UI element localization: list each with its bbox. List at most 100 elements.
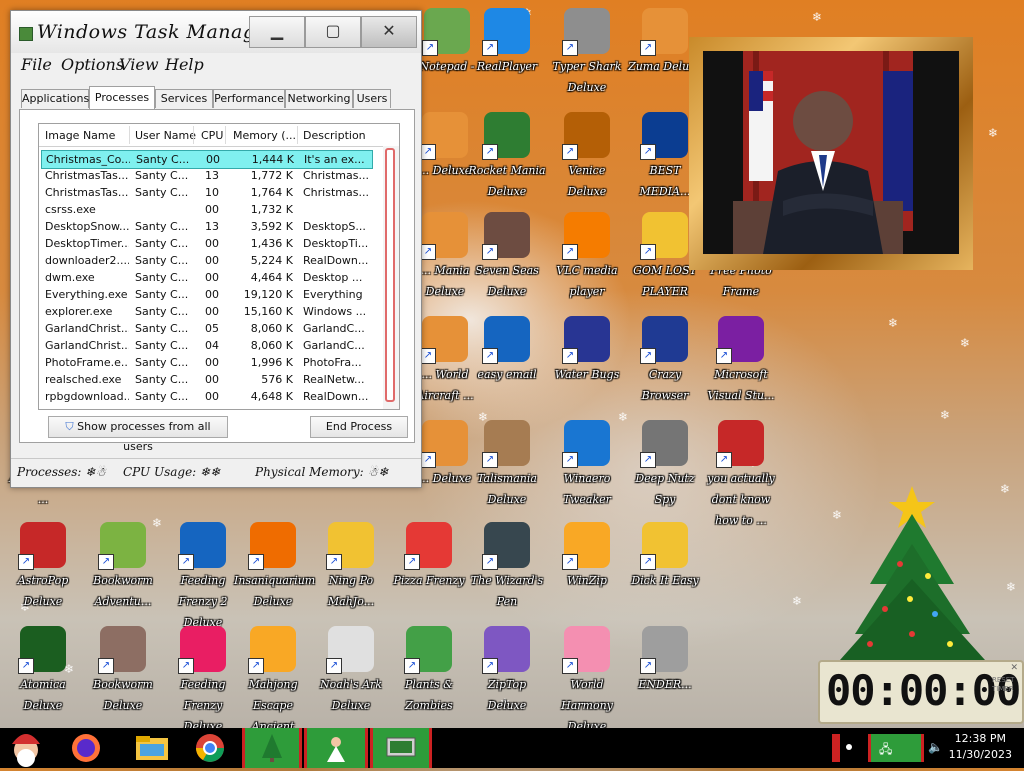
desktop-icon[interactable]: ↗ Winaero Tweaker (548, 420, 626, 510)
desktop-icon[interactable]: ↗ World Harmony Deluxe (548, 626, 626, 737)
show-all-processes-button[interactable]: ⛉ Show processes from all users (48, 416, 228, 453)
desktop-icon-label: ENDER... (638, 678, 692, 691)
tab-users[interactable]: Users (353, 89, 391, 108)
taskbar-task-manager[interactable] (370, 728, 432, 768)
menu-help[interactable]: Help (165, 55, 204, 74)
app-icon: ↗ (326, 626, 374, 674)
close-icon[interactable]: ✕ (1010, 663, 1018, 673)
menu-view[interactable]: View (119, 55, 159, 74)
reset-timer-button[interactable]: RESET TIMER (992, 676, 1018, 694)
desktop-icon[interactable]: ↗ Seven Seas Deluxe (468, 212, 546, 302)
desktop-icon[interactable]: ↗ Plants & Zombies (390, 626, 468, 716)
desktop-icon[interactable]: ↗ WinZip (548, 522, 626, 591)
table-row[interactable]: realsched.exe Santy C... 00 576 K RealNetw..… (41, 371, 371, 388)
desktop-icon-label: Venice Deluxe (567, 164, 607, 198)
desktop-icon[interactable]: ↗ Venice Deluxe (548, 112, 626, 202)
title-bar[interactable]: Windows Task Manager ▁ ▢ ✕ (11, 11, 421, 53)
desktop-icon[interactable]: ↗ Typer Shark Deluxe (548, 8, 626, 98)
desktop-icon[interactable]: ↗ Insaniquarium Deluxe (234, 522, 315, 612)
app-icon: ↗ (482, 8, 530, 56)
desktop-icon[interactable]: ↗ Pizza Frenzy (390, 522, 468, 591)
desktop-icon[interactable]: ↗ Ning Po MahJo... (312, 522, 390, 612)
menu-options[interactable]: Options (61, 55, 124, 74)
desktop-icon[interactable]: ↗ AstroPop Deluxe (4, 522, 82, 612)
tab-performance[interactable]: Performance (213, 89, 285, 108)
desktop-icon[interactable]: ↗ Water Bugs (548, 316, 626, 385)
desktop-icon[interactable]: ↗ Talismania Deluxe (468, 420, 546, 510)
desktop-icon[interactable]: ↗ Deep Nutz Spy (626, 420, 704, 510)
row-description: Christmas... (303, 186, 369, 199)
desktop-icon[interactable]: ↗ easy email (468, 316, 546, 385)
table-row[interactable]: Everything.exe Santy C... 00 19,120 K Everyt… (41, 286, 371, 303)
column-cpu[interactable]: CPU (201, 129, 223, 142)
desktop-icon[interactable]: ↗ Microsoft Visual Stu... (702, 316, 780, 406)
table-row[interactable]: csrss.exe 00 1,732 K (41, 201, 371, 218)
desktop-icon[interactable]: ↗ Noah's Ark Deluxe (312, 626, 390, 716)
row-memory: 8,060 K (250, 339, 293, 352)
taskbar-chrome[interactable] (182, 728, 238, 768)
desktop-icon[interactable]: ↗ Dick It Easy (626, 522, 704, 591)
column-user-name[interactable]: User Name (135, 129, 196, 142)
minimize-button[interactable]: ▁ (249, 16, 305, 48)
tab-applications[interactable]: Applications (21, 89, 89, 108)
desktop-icon[interactable]: ↗ VLC media player (548, 212, 626, 302)
desktop-icon[interactable]: ↗ Rocket Mania Deluxe (468, 112, 546, 202)
taskbar-angel-app[interactable] (304, 728, 368, 768)
shortcut-arrow-icon: ↗ (422, 40, 438, 56)
tab-services[interactable]: Services (155, 89, 213, 108)
process-list[interactable]: Image Name User Name CPU Memory (... Des… (38, 123, 400, 410)
desktop-icon[interactable]: ↗ Crazy Browser (626, 316, 704, 406)
tab-processes[interactable]: Processes (89, 86, 155, 109)
row-image-name: ChristmasTas... (45, 186, 129, 199)
photo-frame-widget[interactable] (689, 37, 973, 270)
shortcut-arrow-icon: ↗ (640, 452, 656, 468)
desktop-icon[interactable]: ↗ ZipTop Deluxe (468, 626, 546, 716)
taskbar-file-explorer[interactable] (128, 728, 184, 768)
volume-icon[interactable]: 🔈 (928, 740, 943, 754)
row-description: DesktopS... (303, 220, 366, 233)
table-row[interactable]: GarlandChrist... Santy C... 05 8,060 K Garla… (41, 320, 371, 337)
table-row[interactable]: ChristmasTas... Santy C... 13 1,772 K Christ… (41, 167, 371, 184)
processes-panel: Image Name User Name CPU Memory (... Des… (19, 109, 415, 453)
column-memory[interactable]: Memory (... (233, 129, 296, 142)
app-icon: ↗ (98, 626, 146, 674)
table-row[interactable]: downloader2.... Santy C... 00 5,224 K RealDo… (41, 252, 371, 269)
table-row[interactable]: PhotoFrame.e... Santy C... 00 1,996 K PhotoF… (41, 354, 371, 371)
vertical-scrollbar[interactable] (383, 146, 399, 409)
end-process-button[interactable]: End Process (310, 416, 408, 438)
tab-networking[interactable]: Networking (285, 89, 353, 108)
start-button[interactable] (0, 728, 56, 768)
column-description[interactable]: Description (303, 129, 366, 142)
table-row[interactable]: rpbgdownload... Santy C... 00 4,648 K RealDo… (41, 388, 371, 405)
menu-file[interactable]: File (21, 55, 52, 74)
scrollbar-thumb[interactable] (385, 148, 395, 402)
table-row[interactable]: GarlandChrist... Santy C... 04 8,060 K Garla… (41, 337, 371, 354)
desktop-icon-label: Seven Seas Deluxe (475, 264, 539, 298)
desktop-icon[interactable]: ↗ you actually dont know how to ... (702, 420, 780, 531)
tray-clock[interactable]: 12:38 PM 11/30/2023 (949, 731, 1012, 763)
desktop-icon[interactable]: ↗ RealPlayer (468, 8, 546, 77)
desktop-icon[interactable]: ↗ Bookworm Deluxe (84, 626, 162, 716)
table-row[interactable]: explorer.exe Santy C... 00 15,160 K Windows … (41, 303, 371, 320)
desktop-icon[interactable]: ↗ Atomica Deluxe (4, 626, 82, 716)
desktop-icon-label: Pizza Frenzy (393, 574, 465, 587)
column-image-name[interactable]: Image Name (45, 129, 115, 142)
desktop-icon[interactable]: ↗ ENDER... (626, 626, 704, 695)
desktop-icon[interactable]: ↗ Feeding Frenzy Deluxe (164, 626, 242, 737)
taskbar-tree-app[interactable] (242, 728, 302, 768)
desktop-icon[interactable]: ↗ Feeding Frenzy 2 Deluxe (164, 522, 242, 633)
tray-network-icon[interactable]: 🖧 (868, 734, 924, 762)
table-row[interactable]: DesktopSnow... Santy C... 13 3,592 K Desktop… (41, 218, 371, 235)
close-button[interactable]: ✕ (361, 16, 417, 48)
table-row[interactable]: dwm.exe Santy C... 00 4,464 K Desktop ... (41, 269, 371, 286)
desktop-icon-label: Deep Nutz Spy (635, 472, 695, 506)
table-row[interactable]: DesktopTimer... Santy C... 00 1,436 K Deskto… (41, 235, 371, 252)
table-row[interactable]: ChristmasTas... Santy C... 10 1,764 K Christ… (41, 184, 371, 201)
row-memory: 576 K (261, 373, 293, 386)
shortcut-arrow-icon: ↗ (640, 244, 656, 260)
row-memory: 1,772 K (250, 169, 293, 182)
maximize-button[interactable]: ▢ (305, 16, 361, 48)
taskbar-firefox[interactable] (58, 728, 114, 768)
desktop-icon[interactable]: ↗ Bookworm Adventu... (84, 522, 162, 612)
desktop-icon[interactable]: ↗ The Wizard's Pen (468, 522, 546, 612)
